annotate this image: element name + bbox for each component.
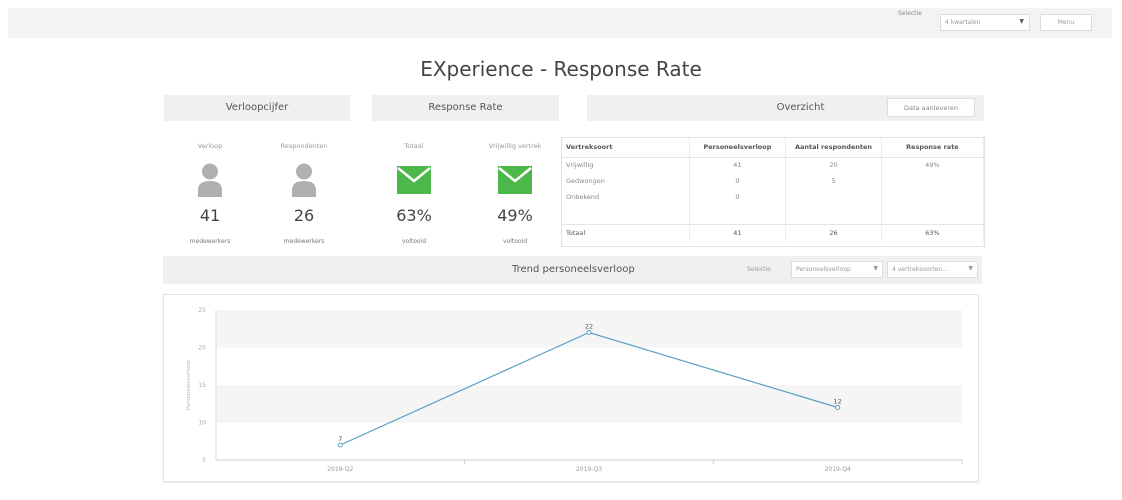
col-header-personeelsverloop: Personeelsverloop xyxy=(689,138,787,158)
table-cell: Gedwongen xyxy=(562,173,690,189)
table-cell xyxy=(785,189,882,205)
trend-selectie-label: Selectie xyxy=(747,266,771,273)
envelope-icon xyxy=(470,158,560,202)
table-total-row: Totaal 41 26 63% xyxy=(562,223,985,242)
table-cell xyxy=(881,173,985,189)
y-tick-label: 25 xyxy=(198,307,206,314)
envelope-icon xyxy=(369,158,459,202)
kpi-sub: medewerkers xyxy=(283,238,325,245)
trend-line-chart: 5 10 15 20 25 Personeelsverloop 2019-Q2 2019-Q3… xyxy=(186,307,963,473)
data-label: 12 xyxy=(834,398,842,406)
x-tick-label: 2019-Q3 xyxy=(576,466,602,473)
x-tick-label: 2019-Q4 xyxy=(825,466,851,473)
caret-down-icon: ▼ xyxy=(1019,18,1024,25)
section-verloopcijfer: Verloopcijfer xyxy=(164,95,350,121)
overview-table: Vertreksoort Personeelsverloop Aantal re… xyxy=(561,137,985,247)
kpi-totaal: Totaal 63% voltooid xyxy=(369,142,459,245)
table-row: Onbekend 0 xyxy=(562,189,985,205)
y-tick-label: 20 xyxy=(198,345,206,352)
table-cell: 49% xyxy=(881,157,985,173)
measure-dropdown-value: Personeelsverloop xyxy=(796,266,851,273)
table-cell: Totaal xyxy=(562,223,690,242)
table-row: Vrijwillig 41 20 49% xyxy=(562,157,985,173)
table-cell: 26 xyxy=(785,223,882,242)
table-cell xyxy=(881,189,985,205)
table-cell: 41 xyxy=(689,157,787,173)
y-tick-label: 5 xyxy=(202,457,206,464)
data-aanleveren-button[interactable]: Data aanleveren xyxy=(887,98,975,117)
kpi-value: 49% xyxy=(497,206,533,225)
selectie-label: Selectie xyxy=(898,10,922,17)
vertreksoorten-dropdown-value: 4 vertreksoorten... xyxy=(892,266,948,273)
col-header-response-rate: Response rate xyxy=(881,138,985,158)
kpi-value: 63% xyxy=(396,206,432,225)
person-icon xyxy=(259,158,349,202)
table-cell: 5 xyxy=(785,173,882,189)
kpi-label: Totaal xyxy=(404,142,424,150)
kpi-label: Vrijwillig vertrek xyxy=(488,142,542,150)
table-header-row: Vertreksoort Personeelsverloop Aantal re… xyxy=(562,138,985,158)
kpi-verloop: Verloop 41 medewerkers xyxy=(165,142,255,245)
trend-header: Trend personeelsverloop Selectie Persone… xyxy=(163,256,982,284)
section-response-rate: Response Rate xyxy=(372,95,559,121)
menu-button[interactable]: Menu xyxy=(1040,14,1092,31)
trend-title: Trend personeelsverloop xyxy=(512,264,635,275)
caret-down-icon: ▼ xyxy=(968,265,973,272)
grid-band xyxy=(216,385,962,423)
col-header-vertreksoort: Vertreksoort xyxy=(562,138,690,158)
y-axis-label: Personeelsverloop xyxy=(186,359,192,410)
data-label: 7 xyxy=(338,435,342,443)
data-label: 22 xyxy=(585,323,593,331)
caret-down-icon: ▼ xyxy=(873,265,878,272)
kpi-respondenten: Respondenten 26 medewerkers xyxy=(259,142,349,245)
page-title: EXperience - Response Rate xyxy=(420,57,702,81)
table-spacer-row xyxy=(562,205,985,224)
table-cell: 20 xyxy=(785,157,882,173)
period-select-value: 4 kwartalen xyxy=(945,19,981,26)
kpi-sub: voltooid xyxy=(401,238,427,245)
table-row: Gedwongen 0 5 xyxy=(562,173,985,189)
table-cell: Onbekend xyxy=(562,189,690,205)
table-cell: 41 xyxy=(689,223,787,242)
vertreksoorten-dropdown[interactable]: 4 vertreksoorten... ▼ xyxy=(887,261,978,278)
col-header-respondenten: Aantal respondenten xyxy=(785,138,882,158)
measure-dropdown[interactable]: Personeelsverloop ▼ xyxy=(791,261,883,278)
kpi-sub: medewerkers xyxy=(189,238,231,245)
data-point xyxy=(586,330,592,335)
trend-chart-panel: 5 10 15 20 25 Personeelsverloop 2019-Q2 2019-Q3… xyxy=(163,294,979,482)
table-cell: 0 xyxy=(689,189,787,205)
y-tick-label: 15 xyxy=(198,382,206,389)
table-cell: 63% xyxy=(881,223,985,242)
data-point xyxy=(835,405,841,410)
y-tick-label: 10 xyxy=(198,420,206,427)
kpi-vrijwillig: Vrijwillig vertrek 49% voltooid xyxy=(470,142,560,245)
kpi-label: Verloop xyxy=(197,142,223,150)
kpi-value: 26 xyxy=(293,206,315,225)
x-tick-label: 2019-Q2 xyxy=(327,466,353,473)
kpi-value: 41 xyxy=(199,206,221,225)
data-point xyxy=(337,442,343,448)
kpi-label: Respondenten xyxy=(280,142,328,150)
kpi-sub: voltooid xyxy=(502,238,528,245)
table-cell: Vrijwillig xyxy=(562,157,690,173)
table-cell: 0 xyxy=(689,173,787,189)
period-select[interactable]: 4 kwartalen ▼ xyxy=(940,14,1030,31)
overzicht-title: Overzicht xyxy=(776,102,825,113)
person-icon xyxy=(165,158,255,202)
